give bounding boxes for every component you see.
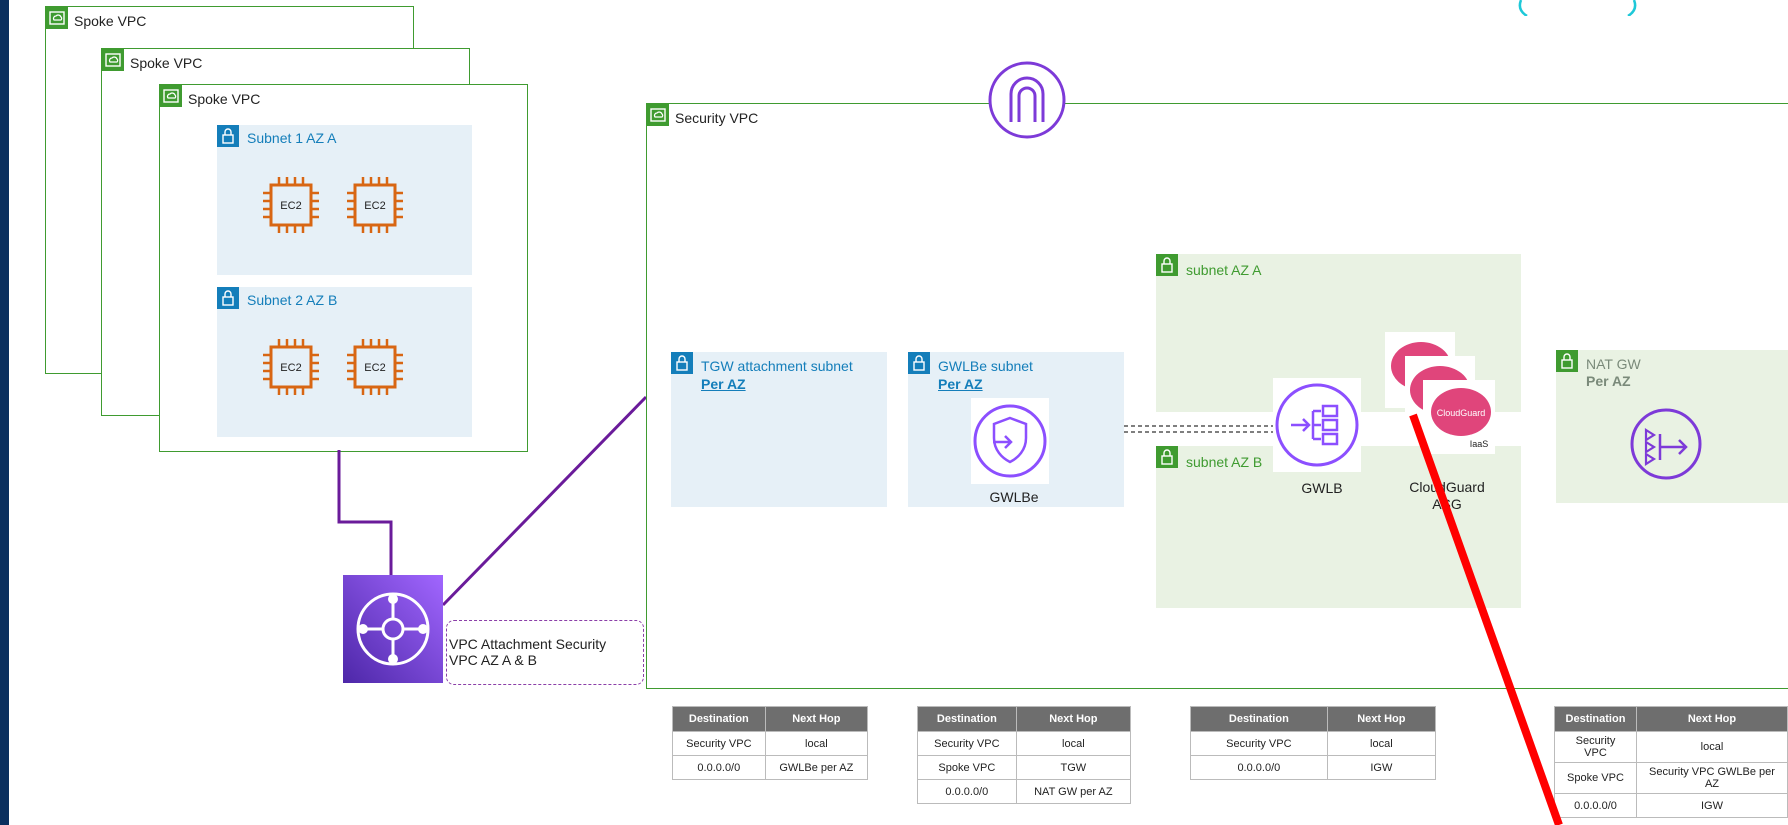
red-arrow-annotation (1409, 413, 1563, 825)
partial-decoration-arc (1518, 0, 1637, 16)
diagram-canvas: Spoke VPC Spoke VPC Spoke VPC Subnet 1 A… (9, 0, 1788, 825)
